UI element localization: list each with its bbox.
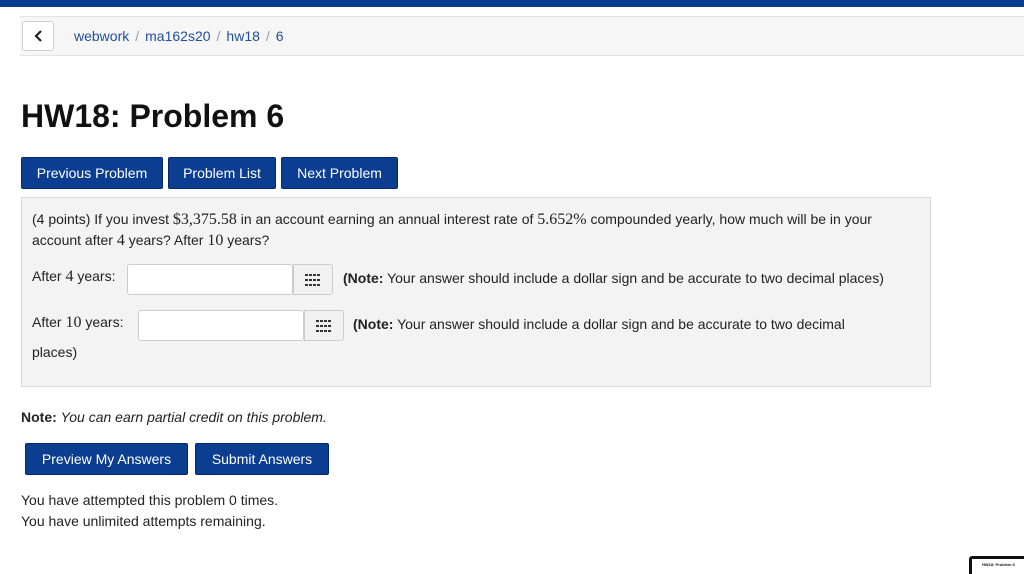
problem-text-1: If you invest (94, 211, 169, 227)
breadcrumb-separator: / (135, 28, 140, 44)
top-accent-bar (0, 0, 1024, 7)
previous-problem-button[interactable]: Previous Problem (21, 157, 163, 189)
problem-points: (4 points) (32, 211, 91, 227)
grid-icon (305, 273, 320, 286)
preview-answers-button[interactable]: Preview My Answers (25, 443, 188, 475)
problem-text-4: years? After (128, 232, 204, 248)
answer-2-note-bold: (Note: (353, 316, 394, 332)
answer-1-equation-editor-button[interactable] (293, 264, 333, 295)
chevron-left-icon (34, 30, 42, 42)
breadcrumb-separator: / (216, 28, 221, 44)
breadcrumb-bar: webwork / ma162s20 / hw18 / 6 (20, 16, 1024, 56)
answer-1-note-bold: (Note: (343, 270, 384, 286)
answer-2-input[interactable] (138, 310, 304, 341)
problem-statement: (4 points) If you invest $3,375.58 in an… (32, 209, 924, 251)
problem-text-5: years? (227, 232, 270, 248)
partial-credit-note-label: Note: (21, 409, 57, 425)
answer-2-note: (Note: Your answer should include a doll… (353, 311, 923, 337)
partial-credit-note-text: You can earn partial credit on this prob… (60, 409, 327, 425)
answer-2-label-prefix: After (32, 314, 62, 330)
attempts-remaining: You have unlimited attempts remaining. (21, 513, 266, 529)
problem-years-1: 4 (116, 232, 125, 249)
page-title: HW18: Problem 6 (21, 98, 285, 134)
attempts-count: You have attempted this problem 0 times. (21, 492, 279, 508)
next-problem-button[interactable]: Next Problem (281, 157, 398, 189)
problem-years-2: 10 (207, 232, 224, 249)
problem-rate: 5.652% (537, 211, 587, 228)
breadcrumb: webwork / ma162s20 / hw18 / 6 (74, 28, 284, 44)
breadcrumb-current: 6 (275, 28, 284, 44)
thumbnail-label: HW18: Problem 6 (982, 562, 1015, 567)
answer-2-years: 10 (65, 314, 82, 331)
problem-text-2: in an account earning an annual interest… (240, 211, 534, 227)
attempts-info: You have attempted this problem 0 times.… (21, 490, 278, 532)
answer-1-label: After 4 years: (32, 268, 115, 286)
problem-principal: $3,375.58 (172, 211, 237, 228)
breadcrumb-separator: / (265, 28, 270, 44)
answer-1-years: 4 (65, 268, 74, 285)
answer-1-label-suffix: years: (77, 268, 116, 284)
problem-panel: (4 points) If you invest $3,375.58 in an… (21, 197, 931, 387)
breadcrumb-link-webwork[interactable]: webwork (74, 28, 129, 44)
submit-answers-button[interactable]: Submit Answers (195, 443, 329, 475)
answer-1-note: (Note: Your answer should include a doll… (343, 265, 928, 291)
breadcrumb-link-course[interactable]: ma162s20 (145, 28, 210, 44)
partial-credit-note: Note: You can earn partial credit on thi… (21, 409, 327, 425)
grid-icon (316, 319, 331, 332)
answer-1-label-prefix: After (32, 268, 62, 284)
answer-2-equation-editor-button[interactable] (304, 310, 344, 341)
back-button[interactable] (22, 21, 54, 51)
answer-2-note-wrap: places) (32, 344, 78, 360)
screenshot-thumbnail[interactable]: HW18: Problem 6 (969, 556, 1024, 574)
answer-2-note-text: Your answer should include a dollar sign… (397, 316, 845, 332)
breadcrumb-link-set[interactable]: hw18 (226, 28, 259, 44)
answer-1-input[interactable] (127, 264, 293, 295)
answer-2-label-suffix: years: (85, 314, 124, 330)
answer-1-note-text: Your answer should include a dollar sign… (387, 270, 884, 286)
answer-2-label: After 10 years: (32, 314, 123, 332)
problem-list-button[interactable]: Problem List (168, 157, 276, 189)
